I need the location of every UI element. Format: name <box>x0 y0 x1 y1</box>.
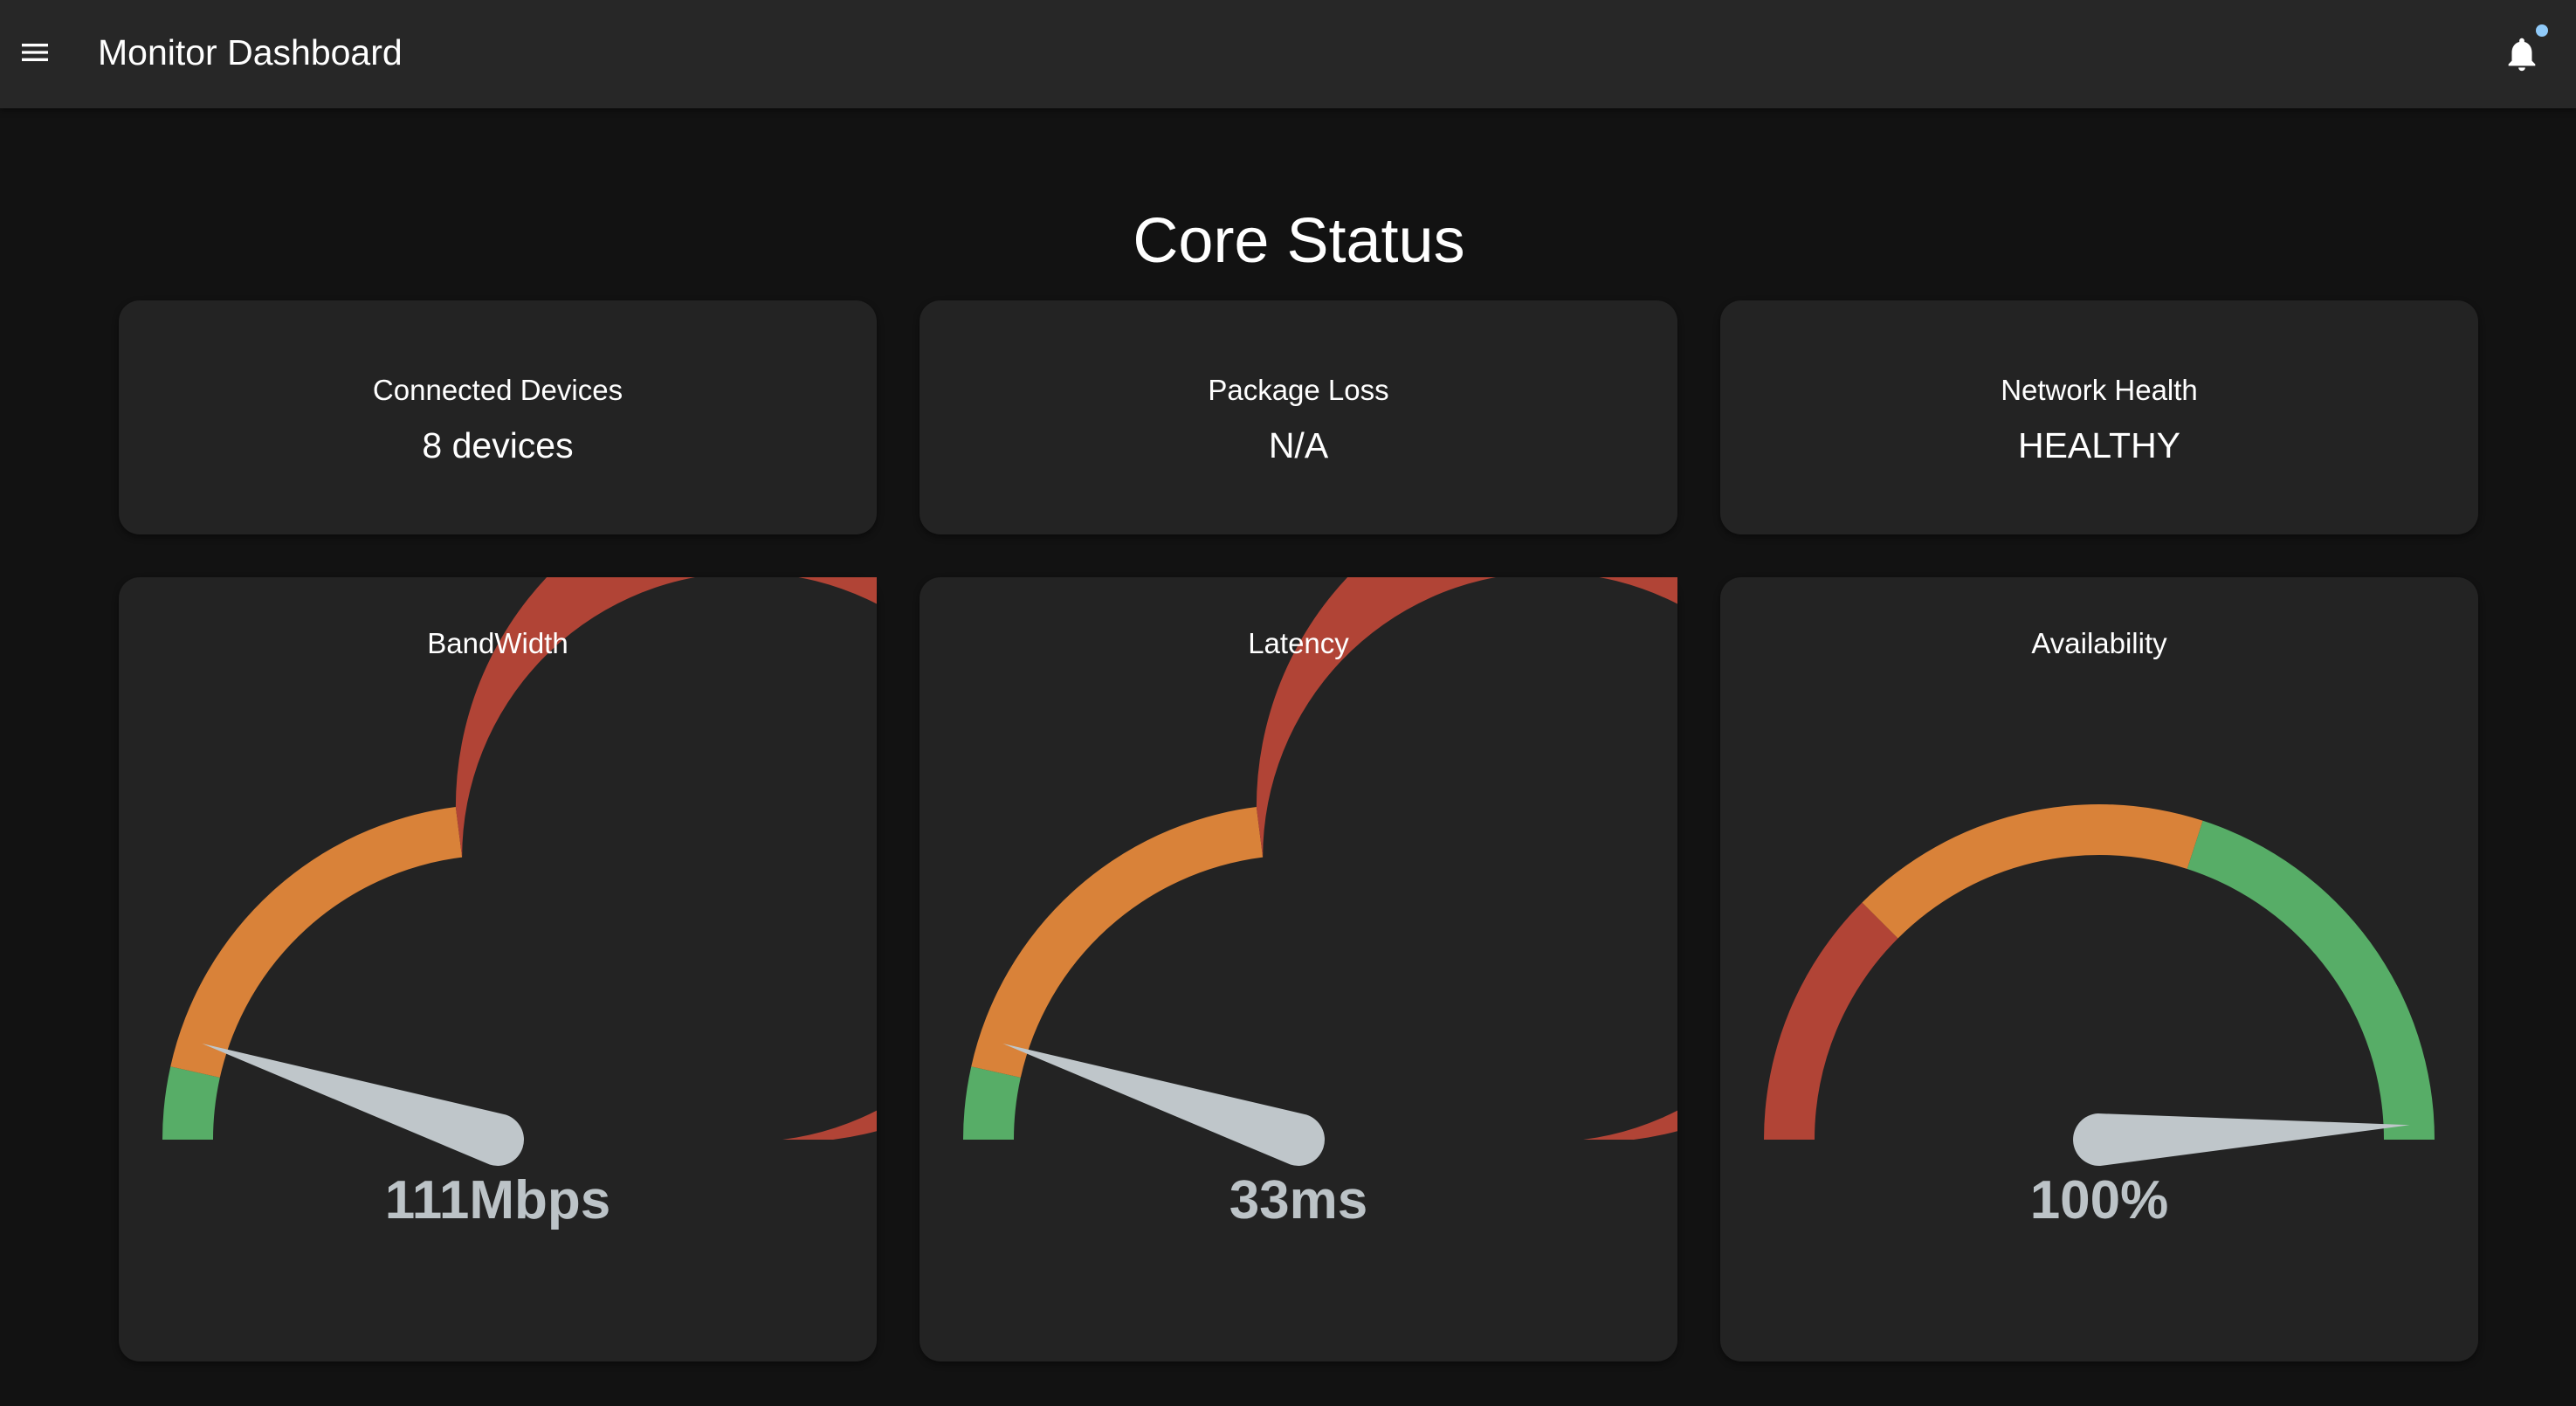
availability-gauge <box>1764 804 2435 1166</box>
gauge-segment-green <box>2187 820 2435 1140</box>
gauge-needle <box>2073 1113 2410 1166</box>
gauge-segment-orange <box>1862 804 2203 939</box>
gauge-segment-red <box>1764 902 1898 1140</box>
stat-value: HEALTHY <box>2017 425 2181 465</box>
stat-card-package-loss: Package Loss N/A <box>920 300 1677 534</box>
gauge-segment-green <box>162 1066 220 1140</box>
section-title: Core Status <box>1133 206 1465 276</box>
gauge-label: Availability <box>2031 627 2167 659</box>
gauge-label: BandWidth <box>427 627 568 659</box>
app-bar: Monitor Dashboard <box>0 0 2576 108</box>
gauge-card-latency: Latency 33ms <box>920 577 1677 1361</box>
stat-label: Connected Devices <box>372 374 623 406</box>
stat-value: N/A <box>1268 425 1329 465</box>
gauge-needle <box>1002 1043 1325 1166</box>
gauge-segment-green <box>963 1066 1021 1140</box>
menu-icon <box>22 44 48 61</box>
menu-button[interactable] <box>9 26 61 79</box>
bell-icon <box>2508 38 2536 72</box>
gauge-segment-orange <box>971 807 1264 1078</box>
stat-value: 8 devices <box>422 425 574 465</box>
gauge-needle <box>202 1043 524 1166</box>
gauge-value: 33ms <box>1229 1170 1368 1230</box>
stat-card-network-health: Network Health HEALTHY <box>1720 300 2478 534</box>
notification-badge <box>2536 24 2548 37</box>
stat-label: Package Loss <box>1208 374 1389 406</box>
latency-gauge <box>963 577 1677 1166</box>
gauge-segment-orange <box>170 807 463 1078</box>
gauge-card-availability: Availability 100% <box>1720 577 2478 1361</box>
app-title: Monitor Dashboard <box>98 32 403 72</box>
bandwidth-gauge <box>162 577 877 1166</box>
gauge-value: 100% <box>2029 1170 2169 1230</box>
gauge-value: 111Mbps <box>384 1170 611 1230</box>
gauge-card-bandwidth: BandWidth 111Mbps <box>119 577 877 1361</box>
stat-card-connected-devices: Connected Devices 8 devices <box>119 300 877 534</box>
gauge-label: Latency <box>1248 627 1349 659</box>
stat-label: Network Health <box>2001 374 2198 406</box>
